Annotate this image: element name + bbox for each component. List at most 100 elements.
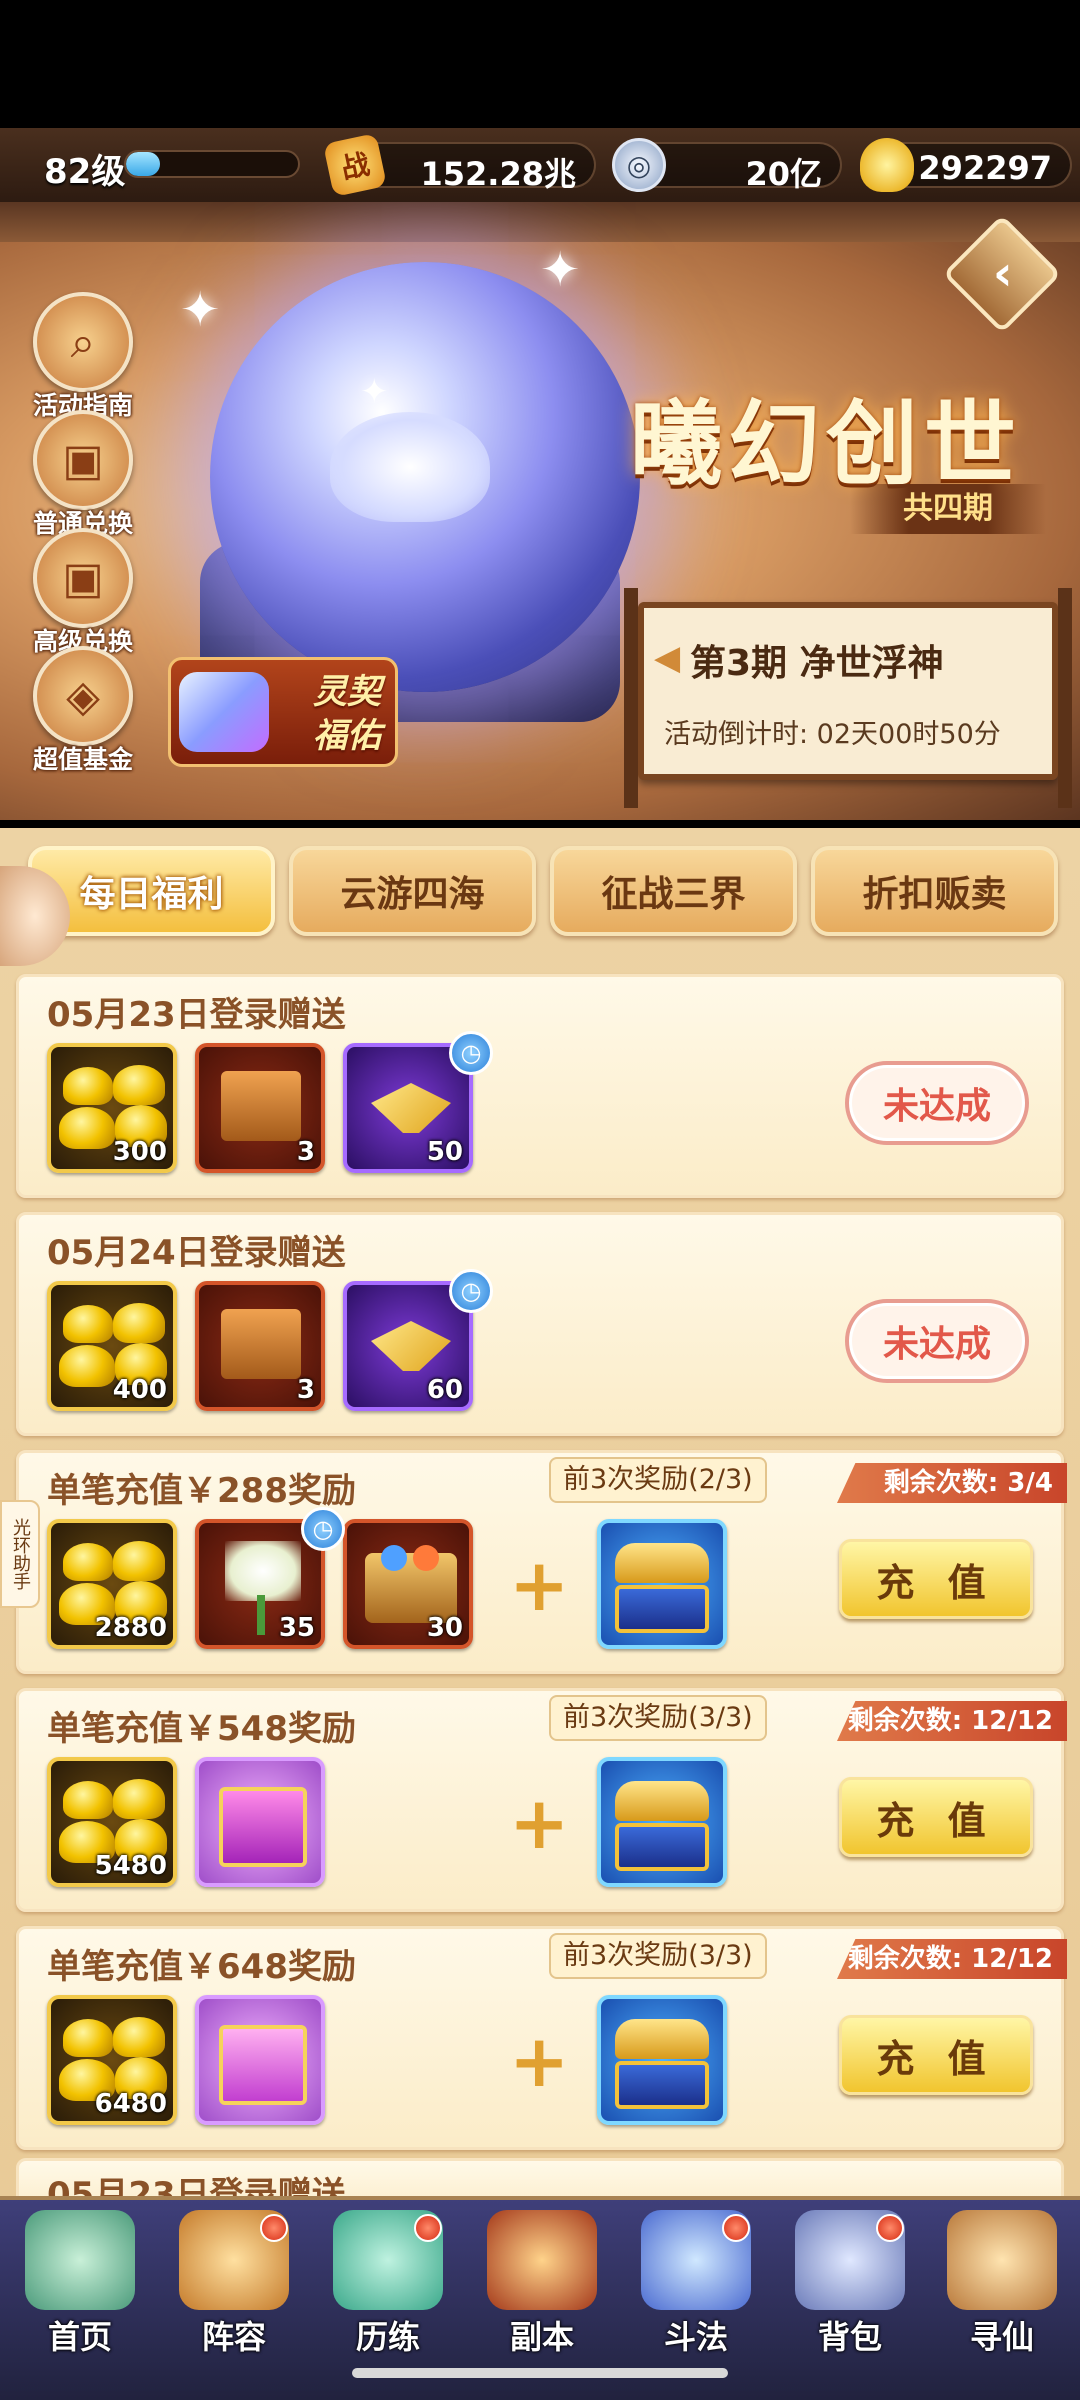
coin-value: 20亿 xyxy=(745,155,822,193)
xp-bar-fill xyxy=(126,152,161,176)
reward-card: 05月23日登录赠送 300 3 50 ◷ 未达成 xyxy=(16,974,1064,1198)
nav-seek[interactable]: 寻仙 xyxy=(926,2204,1078,2364)
notification-dot xyxy=(260,2214,288,2242)
gold-value: 292297 xyxy=(918,149,1052,187)
notification-dot xyxy=(722,2214,750,2242)
guide-button[interactable]: ⌕ 活动指南 xyxy=(28,292,138,422)
nav-duel[interactable]: 斗法 xyxy=(620,2204,772,2364)
item-count: 60 xyxy=(426,1375,463,1405)
sparkle-icon: ✦ xyxy=(360,372,389,412)
gift-box-icon: ▣ xyxy=(33,410,133,510)
not-reached-button[interactable]: 未达成 xyxy=(845,1061,1029,1145)
nav-lineup[interactable]: 阵容 xyxy=(158,2204,310,2364)
tab-discount[interactable]: 折扣贩卖 xyxy=(811,846,1058,936)
limit-badge: 前3次奖励(3/3) xyxy=(549,1695,767,1741)
crystal-icon xyxy=(179,672,269,752)
search-icon: ⌕ xyxy=(33,292,133,392)
assistant-tab[interactable]: 光环助手 xyxy=(0,1500,40,1608)
roof-decoration xyxy=(0,202,1080,242)
item-count: 300 xyxy=(112,1137,167,1167)
normal-exchange-button[interactable]: ▣ 普通兑换 xyxy=(28,410,138,540)
not-reached-button[interactable]: 未达成 xyxy=(845,1299,1029,1383)
reward-card: 单笔充值￥648奖励 前3次奖励(3/3) 剩余次数: 12/12 6480 +… xyxy=(16,1926,1067,2150)
reward-title: 单笔充值￥288奖励 xyxy=(47,1471,356,1511)
lingqi-blessing-button[interactable]: 灵契 福佑 xyxy=(168,657,398,767)
limit-badge: 前3次奖励(2/3) xyxy=(549,1457,767,1503)
reward-title: 05月24日登录赠送 xyxy=(47,1233,346,1273)
power-value: 152.28兆 xyxy=(420,155,577,193)
fund-button[interactable]: ◈ 超值基金 xyxy=(28,646,138,776)
nav-home[interactable]: 首页 xyxy=(4,2204,156,2364)
lingqi-label-line1: 灵契 xyxy=(313,672,381,712)
reward-card: 单笔充值￥548奖励 前3次奖励(3/3) 剩余次数: 12/12 5480 +… xyxy=(16,1688,1067,1912)
item-count: 30 xyxy=(426,1613,463,1643)
nav-label: 寻仙 xyxy=(969,2318,1034,2356)
notification-dot xyxy=(414,2214,442,2242)
tab-bar: 每日福利 云游四海 征战三界 折扣贩卖 xyxy=(28,846,1058,946)
spirit-chest-item[interactable]: 3 xyxy=(195,1043,325,1173)
remaining-count: 剩余次数: 3/4 xyxy=(837,1463,1067,1503)
reward-title: 单笔充值￥548奖励 xyxy=(47,1709,356,1749)
gate-icon xyxy=(487,2210,597,2310)
sparkle-icon: ✦ xyxy=(540,242,581,298)
spirit-chest-item[interactable]: 3 xyxy=(195,1281,325,1411)
nav-dungeon[interactable]: 副本 xyxy=(466,2204,618,2364)
reward-card: 05月24日登录赠送 400 3 60 ◷ 未达成 xyxy=(16,1212,1064,1436)
item-count: 5480 xyxy=(94,1851,167,1881)
event-banner: ✦ ✦ ✦ ⌕ 活动指南 ▣ 普通兑换 ▣ 高级兑换 ◈ 超值基金 灵契 福佑 … xyxy=(0,202,1080,820)
xp-bar xyxy=(124,150,300,178)
power-display: 战 152.28兆 xyxy=(322,132,596,198)
notification-dot xyxy=(876,2214,904,2242)
fund-label: 超值基金 xyxy=(32,745,133,774)
timer-icon: ◷ xyxy=(449,1031,493,1075)
app-root: 82级 战 152.28兆 ◎ 20亿 292297 ✦ ✦ ✦ ⌕ 活动指南 … xyxy=(0,0,1080,2400)
gold-ingot-icon xyxy=(860,138,914,192)
item-count: 3 xyxy=(296,1137,315,1167)
nav-label: 背包 xyxy=(817,2318,882,2356)
bonus-chest-item[interactable] xyxy=(597,1519,727,1649)
timer-icon: ◷ xyxy=(449,1269,493,1313)
recharge-button[interactable]: 充 值 xyxy=(839,1777,1033,1857)
reward-list[interactable]: 05月23日登录赠送 300 3 50 ◷ 未达成 05月24日登录赠送 400… xyxy=(16,974,1067,2164)
gold-ingot-item[interactable]: 5480 xyxy=(47,1757,177,1887)
coin-display[interactable]: ◎ 20亿 xyxy=(612,138,842,193)
tab-conquest[interactable]: 征战三界 xyxy=(550,846,797,936)
stage-board[interactable]: ◀ 第3期 净世浮神 活动倒计时: 02天00时50分 xyxy=(624,588,1072,808)
tab-travel[interactable]: 云游四海 xyxy=(289,846,536,936)
home-indicator[interactable] xyxy=(352,2368,728,2378)
board-post xyxy=(1058,588,1072,808)
nav-label: 副本 xyxy=(509,2318,574,2356)
countdown-text: 活动倒计时: 02天00时50分 xyxy=(664,719,1001,750)
scroll-icon xyxy=(947,2210,1057,2310)
bonus-chest-item[interactable] xyxy=(597,1757,727,1887)
gold-ingot-item[interactable]: 400 xyxy=(47,1281,177,1411)
gift-box-item[interactable] xyxy=(195,1995,325,2125)
rewards-panel: 每日福利 云游四海 征战三界 折扣贩卖 05月23日登录赠送 300 3 50 … xyxy=(0,828,1080,2218)
reward-title: 单笔充值￥648奖励 xyxy=(47,1947,356,1987)
nav-bag[interactable]: 背包 xyxy=(774,2204,926,2364)
advanced-exchange-button[interactable]: ▣ 高级兑换 xyxy=(28,528,138,658)
item-count: 400 xyxy=(112,1375,167,1405)
status-bar xyxy=(0,0,1080,128)
board-post xyxy=(624,588,638,808)
gold-ingot-item[interactable]: 6480 xyxy=(47,1995,177,2125)
gold-ingot-item[interactable]: 300 xyxy=(47,1043,177,1173)
lotus-art xyxy=(330,412,490,522)
gold-display[interactable]: 292297 xyxy=(860,138,1072,192)
gift-box-item[interactable] xyxy=(195,1757,325,1887)
item-count: 35 xyxy=(278,1613,315,1643)
limit-badge: 前3次奖励(3/3) xyxy=(549,1933,767,1979)
gold-ingot-item[interactable]: 2880 xyxy=(47,1519,177,1649)
period-total: 共四期 xyxy=(850,484,1046,534)
nav-label: 历练 xyxy=(355,2318,420,2356)
timer-icon: ◷ xyxy=(301,1507,345,1551)
bonus-chest-item[interactable] xyxy=(597,1995,727,2125)
plus-icon: + xyxy=(509,2019,570,2103)
prev-stage-icon[interactable]: ◀ xyxy=(654,638,680,678)
recharge-button[interactable]: 充 值 xyxy=(839,1539,1033,1619)
mountain-icon xyxy=(25,2210,135,2310)
stage-name: 第3期 净世浮神 xyxy=(690,643,944,684)
nav-training[interactable]: 历练 xyxy=(312,2204,464,2364)
treasure-chest-item[interactable]: 30 xyxy=(343,1519,473,1649)
recharge-button[interactable]: 充 值 xyxy=(839,2015,1033,2095)
